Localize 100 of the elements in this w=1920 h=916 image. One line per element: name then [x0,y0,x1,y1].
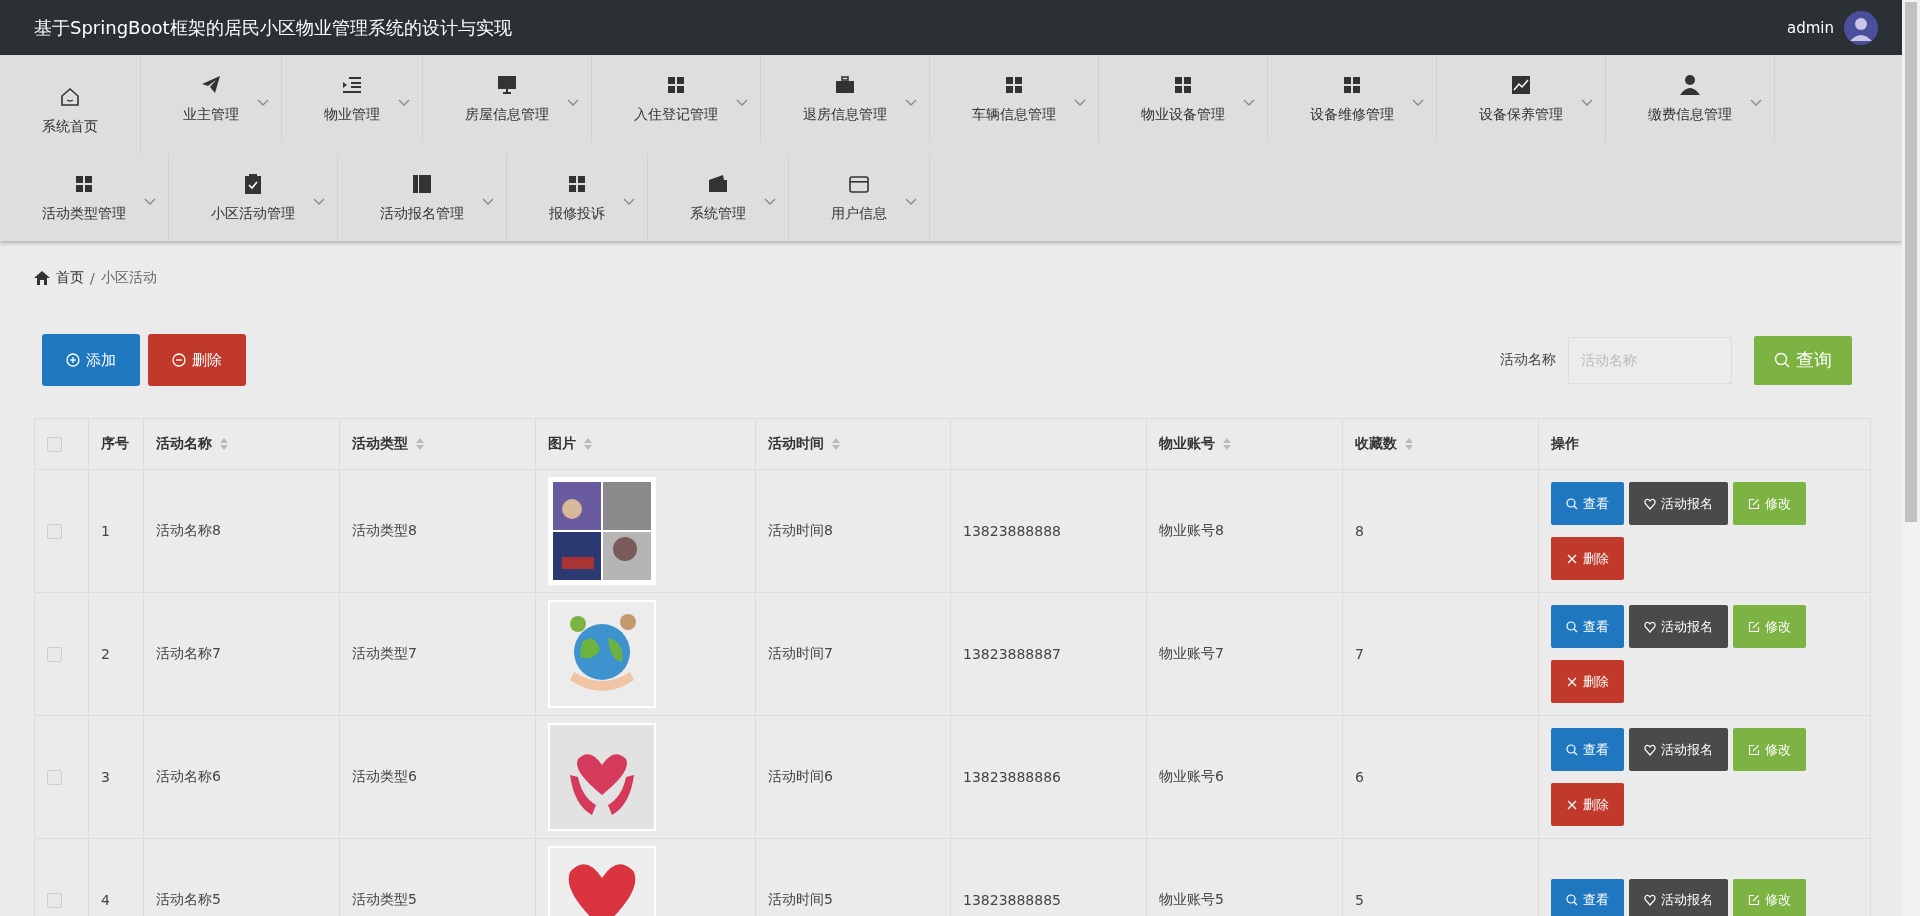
delete-button[interactable]: 删除 [148,334,246,386]
nav-icon [411,172,433,195]
nav-icon [242,172,264,195]
nav-item[interactable]: 设备保养管理 [1437,55,1606,142]
edit-icon [1748,620,1760,633]
checkbox[interactable] [47,524,62,540]
caret-icon [764,198,776,206]
nav-icon [707,172,729,195]
table-cell: 活动名称6 [156,768,221,784]
nav-icon [1510,73,1532,96]
search-icon [1566,894,1578,906]
view-button[interactable]: 查看 [1551,605,1624,648]
table-cell: 活动类型5 [352,891,417,907]
signup-button[interactable]: 活动报名 [1629,605,1728,648]
edit-icon [1748,894,1760,906]
table-cell: 7 [1355,646,1364,662]
close-icon [1566,798,1578,811]
checkbox[interactable] [47,893,62,909]
signup-button[interactable]: 活动报名 [1629,728,1728,771]
nav-item[interactable]: 小区活动管理 [169,154,338,241]
table-cell: 6 [1355,769,1364,785]
search-icon [1566,620,1578,633]
table-cell: 13823888888 [963,523,1061,539]
column-header: 活动类型 [352,435,408,453]
delete-button[interactable]: 删除 [1551,783,1624,826]
close-icon [1566,552,1578,565]
column-header: 操作 [1551,435,1579,453]
nav-item[interactable]: 活动类型管理 [0,154,169,241]
table-cell: 4 [101,892,110,908]
nav-item[interactable]: 物业管理 [282,55,423,142]
delete-button[interactable]: 删除 [1551,537,1624,580]
nav-item[interactable]: 物业设备管理 [1099,55,1268,142]
edit-icon [1748,497,1760,510]
breadcrumb-item[interactable]: 首页 [56,269,84,287]
nav-item[interactable]: 用户信息 [789,154,930,241]
checkbox[interactable] [47,647,62,663]
close-icon [1566,675,1578,688]
nav-icon [1679,73,1701,96]
sort-icon[interactable] [1223,438,1231,450]
table-cell: 2 [101,646,110,662]
app-title: 基于SpringBoot框架的居民小区物业管理系统的设计与实现 [34,15,512,40]
table-cell: 13823888885 [963,892,1061,908]
heart-icon [1644,743,1656,756]
table-cell: 活动时间5 [768,891,833,907]
sort-icon[interactable] [1405,438,1413,450]
caret-icon [313,198,325,206]
heart-icon [1644,894,1656,906]
view-button[interactable]: 查看 [1551,728,1624,771]
sort-icon[interactable] [416,438,424,450]
nav-item[interactable]: 入住登记管理 [592,55,761,142]
column-header: 收藏数 [1355,435,1397,453]
signup-button[interactable]: 活动报名 [1629,878,1728,916]
nav-item[interactable]: 系统管理 [648,154,789,241]
column-header: 序号 [101,435,129,453]
nav-item[interactable]: 缴费信息管理 [1606,55,1775,142]
table-cell: 13823888887 [963,646,1061,662]
nav-item[interactable]: 车辆信息管理 [930,55,1099,142]
signup-button[interactable]: 活动报名 [1629,482,1728,525]
checkbox[interactable] [47,437,62,453]
table-cell: 活动时间7 [768,645,833,661]
avatar-icon[interactable] [1844,10,1878,45]
nav-icon [834,73,856,96]
heart-icon [1644,497,1656,510]
caret-icon [482,198,494,206]
add-button[interactable]: 添加 [42,334,140,386]
caret-icon [398,99,410,107]
table-cell: 13823888886 [963,769,1061,785]
caret-icon [1074,99,1086,107]
table-cell: 物业账号8 [1159,522,1224,538]
table-cell: 3 [101,769,110,785]
nav-item[interactable]: 活动报名管理 [338,154,507,241]
nav-item[interactable]: 房屋信息管理 [423,55,592,142]
sort-icon[interactable] [832,438,840,450]
table-cell: 物业账号7 [1159,645,1224,661]
table-cell: 5 [1355,892,1364,908]
nav-item[interactable]: 退房信息管理 [761,55,930,142]
sort-icon[interactable] [220,438,228,450]
breadcrumb-separator: / [90,270,95,286]
caret-icon [1243,99,1255,107]
breadcrumb-item: 小区活动 [100,269,157,287]
table-cell: 活动名称7 [156,645,221,661]
scrollbar[interactable] [1902,0,1920,916]
column-header: 物业账号 [1159,435,1215,453]
view-button[interactable]: 查看 [1551,878,1624,916]
user-name[interactable]: admin [1787,18,1834,37]
search-icon [1774,352,1790,368]
table-cell: 活动名称8 [156,522,221,538]
nav-item[interactable]: 报修投诉 [507,154,648,241]
table-cell: 物业账号6 [1159,768,1224,784]
sort-icon[interactable] [584,438,592,450]
nav-item[interactable]: 业主管理 [141,55,282,142]
caret-icon [567,99,579,107]
minus-circle-icon [172,353,186,367]
delete-button[interactable]: 删除 [1551,660,1624,703]
search-icon [1566,743,1578,756]
checkbox[interactable] [47,770,62,786]
nav-item[interactable]: 系统首页 [0,55,141,154]
search-label: 活动名称 [1500,351,1556,369]
view-button[interactable]: 查看 [1551,482,1624,525]
nav-item[interactable]: 设备维修管理 [1268,55,1437,142]
